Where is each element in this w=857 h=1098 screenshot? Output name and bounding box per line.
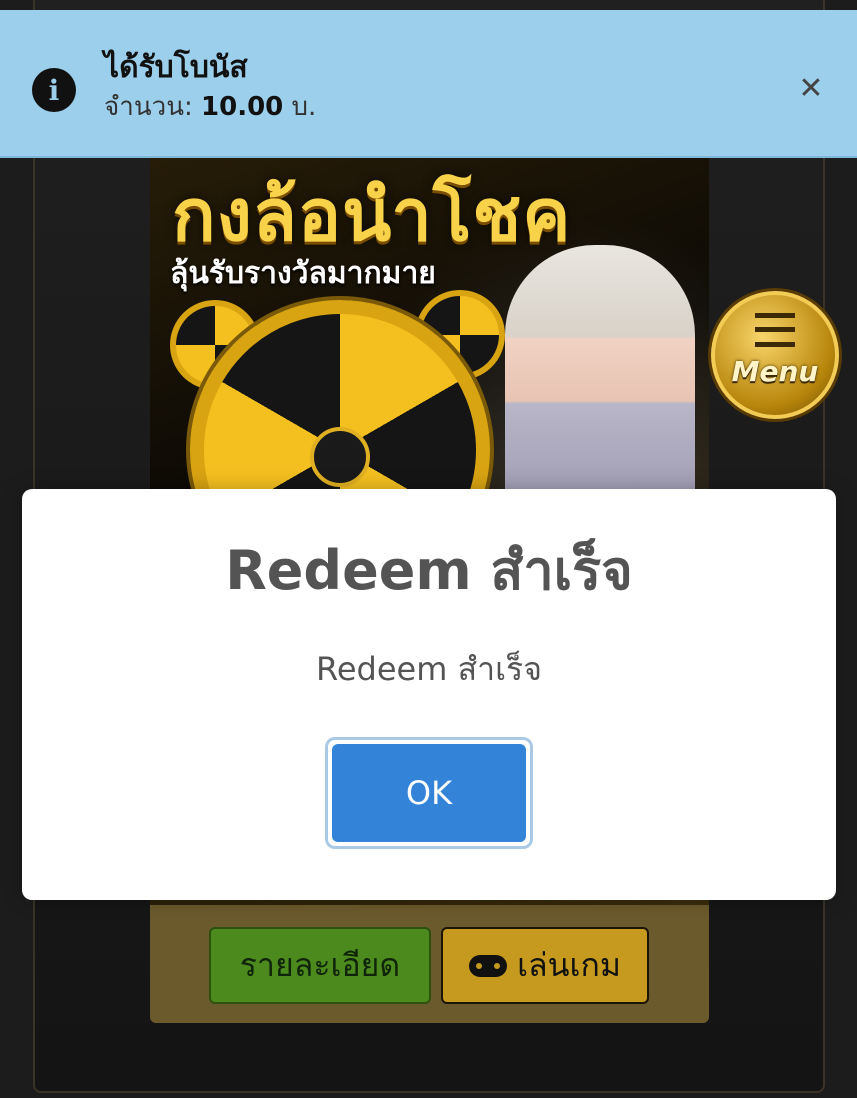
success-dialog: Redeem สำเร็จ Redeem สำเร็จ OK [22,489,836,900]
close-icon[interactable]: ✕ [796,74,826,104]
dialog-title: Redeem สำเร็จ [225,539,633,602]
ok-button[interactable]: OK [325,737,533,849]
amount-label: จำนวน: [104,92,193,122]
bonus-notification: i ได้รับโบนัส จำนวน: 10.00 บ. ✕ [0,10,857,158]
amount-value: 10.00 [201,92,284,122]
amount-currency: บ. [291,92,317,122]
dialog-message: Redeem สำเร็จ [316,650,542,688]
notification-title: ได้รับโบนัส [104,50,248,85]
page: กงล้อนำโชค ลุ้นรับรางวัลมากมาย Menu รายล… [0,0,857,1098]
ok-button-label: OK [332,744,526,842]
notification-amount: จำนวน: 10.00 บ. [104,86,316,127]
info-circle-icon: i [32,68,76,112]
